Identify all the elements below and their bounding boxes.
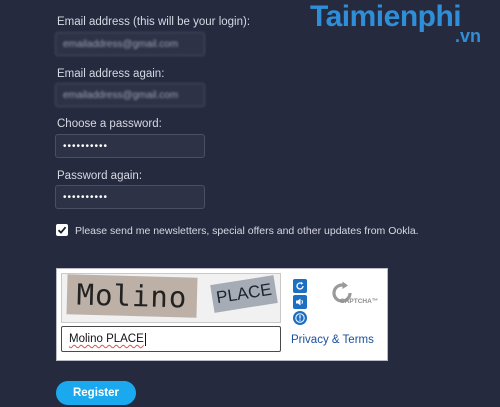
recaptcha-logo: CAPTCHA™ [328, 281, 378, 319]
email-again-label: Email address again: [57, 68, 165, 80]
audio-icon[interactable] [293, 295, 307, 309]
password-field[interactable]: •••••••••• [55, 134, 205, 158]
help-icon[interactable] [293, 311, 307, 325]
captcha-widget: Molino PLACE CAPTCHA™ Molino PLACE Priva… [56, 268, 388, 361]
register-button[interactable]: Register [56, 381, 136, 405]
newsletter-label: Please send me newsletters, special offe… [75, 225, 419, 237]
captcha-response-value: Molino PLACE [69, 333, 144, 345]
checkmark-icon [57, 226, 67, 234]
privacy-terms-link[interactable]: Privacy & Terms [291, 334, 374, 346]
email-field[interactable]: emailaddress@gmail.com [55, 32, 205, 56]
recaptcha-text: CAPTCHA™ [340, 298, 379, 305]
password-again-label: Password again: [57, 170, 143, 182]
watermark-suffix: .vn [455, 26, 482, 46]
newsletter-checkbox[interactable] [56, 224, 68, 236]
watermark-logo: Taimienphi [310, 0, 462, 33]
captcha-response-input[interactable]: Molino PLACE [61, 326, 281, 352]
password-again-field[interactable]: •••••••••• [55, 185, 205, 209]
password-label: Choose a password: [57, 118, 162, 130]
text-caret [144, 332, 146, 346]
captcha-word-2: PLACE [210, 275, 278, 313]
captcha-word-1: Molino [66, 274, 198, 318]
captcha-image: Molino PLACE [61, 273, 281, 323]
refresh-icon[interactable] [293, 279, 307, 293]
email-label: Email address (this will be your login): [57, 16, 251, 28]
email-again-field[interactable]: emailaddress@gmail.com [55, 83, 205, 107]
